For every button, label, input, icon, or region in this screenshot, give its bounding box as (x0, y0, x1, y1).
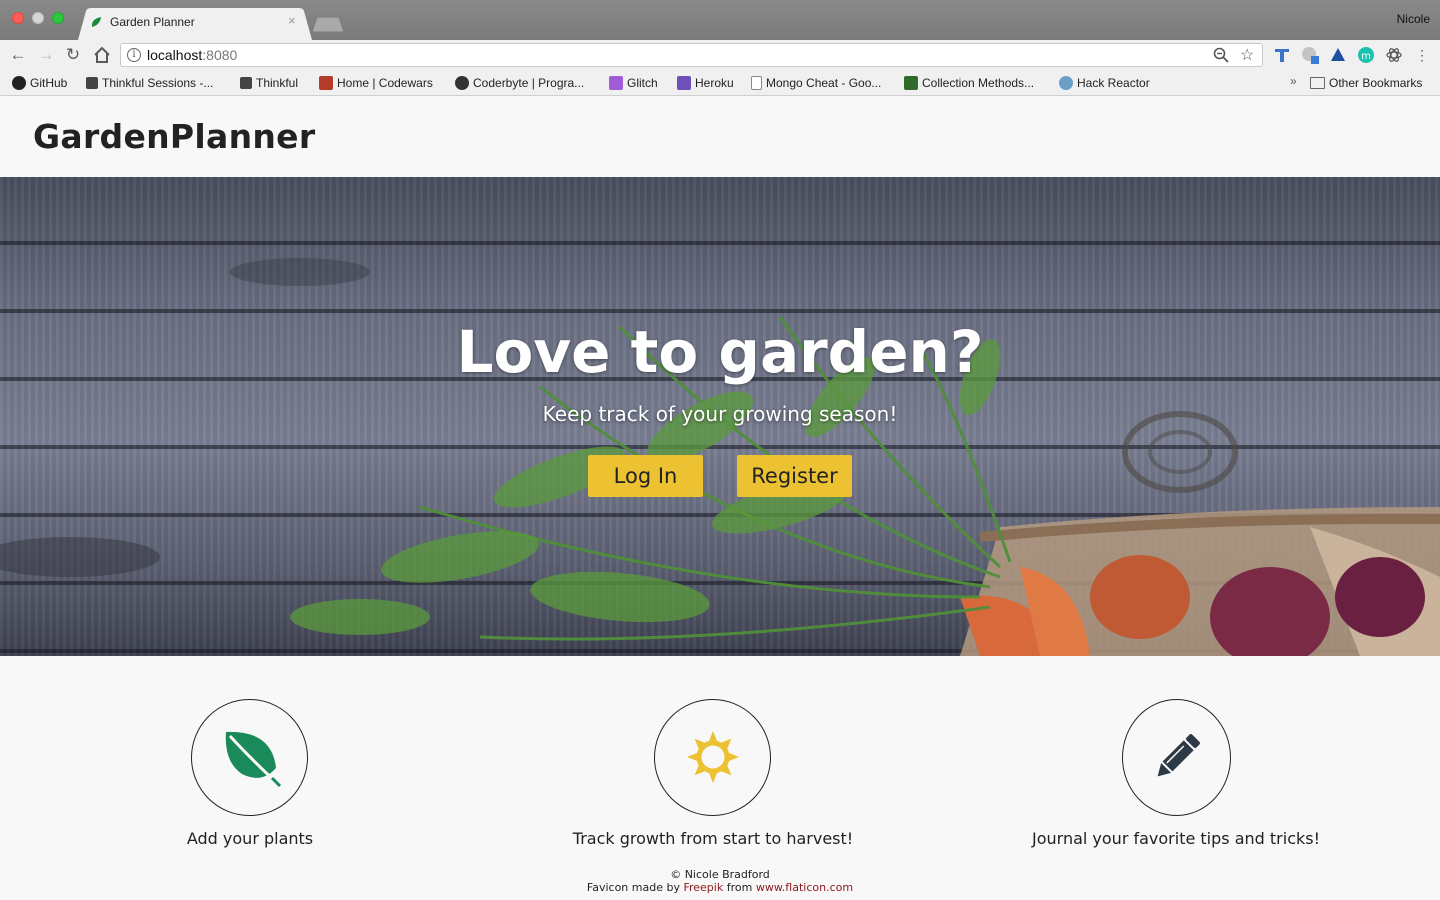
hero-subtitle: Keep track of your growing season! (542, 402, 898, 426)
site-brand[interactable]: GardenPlanner (33, 117, 315, 156)
bookmark-star-icon[interactable]: ☆ (1240, 45, 1254, 65)
bookmark-label: Mongo Cheat - Goo... (766, 76, 882, 90)
new-tab-button[interactable] (312, 16, 344, 32)
feature-journal-label: Journal your favorite tips and tricks! (1032, 829, 1320, 848)
bookmark-label: Thinkful Sessions -... (102, 76, 214, 90)
pencil-icon (1157, 734, 1200, 777)
tab-title: Garden Planner (110, 15, 195, 29)
hackreactor-icon (1059, 76, 1073, 90)
heroku-icon (677, 76, 691, 90)
url-text[interactable]: localhost:8080 (147, 47, 237, 63)
bookmark-thinkful-sessions[interactable]: Thinkful Sessions -... (86, 75, 213, 91)
register-button[interactable]: Register (737, 455, 852, 497)
window-minimize-button[interactable] (32, 12, 44, 24)
bookmark-glitch[interactable]: Glitch (609, 75, 658, 91)
extension-m-icon[interactable]: m (1357, 46, 1375, 64)
window-close-button[interactable] (12, 12, 24, 24)
thinkful-icon (240, 77, 252, 89)
other-bookmarks[interactable]: Other Bookmarks (1310, 75, 1422, 91)
codewars-icon (319, 76, 333, 90)
profile-name[interactable]: Nicole (1397, 12, 1430, 26)
forward-arrow-icon[interactable]: → (36, 44, 56, 66)
freepik-link[interactable]: Freepik (683, 881, 723, 894)
footer-copyright: © Nicole Bradford (670, 868, 770, 881)
leaf-icon (225, 731, 282, 788)
feature-add-plants-circle (191, 699, 308, 816)
bookmark-codewars[interactable]: Home | Codewars (319, 75, 433, 91)
bookmark-hack-reactor[interactable]: Hack Reactor (1059, 75, 1150, 91)
footer-credit: Favicon made by Freepik from www.flatico… (0, 881, 1440, 894)
reload-icon[interactable]: ↻ (63, 44, 83, 66)
feature-track-growth-label: Track growth from start to harvest! (572, 829, 854, 848)
bookmark-label: GitHub (30, 76, 68, 90)
flaticon-link[interactable]: www.flaticon.com (756, 881, 853, 894)
feature-journal-circle (1122, 699, 1231, 816)
bookmark-collection-methods[interactable]: Collection Methods... (904, 75, 1034, 91)
glitch-icon (609, 76, 623, 90)
feature-track-growth-circle (654, 699, 771, 816)
address-bar[interactable] (120, 43, 1263, 67)
feature-add-plants-label: Add your plants (186, 829, 314, 848)
bookmark-label: Home | Codewars (337, 76, 433, 90)
extension-react-icon[interactable] (1385, 46, 1403, 64)
thinkful-icon (86, 77, 98, 89)
bookmark-label: Glitch (627, 76, 658, 90)
folder-icon (1310, 77, 1325, 89)
footer-credit-text: Favicon made by (586, 881, 684, 894)
extension-grey-icon[interactable] (1301, 46, 1319, 64)
hero-title: Love to garden? (456, 318, 984, 386)
bookmark-label: Collection Methods... (922, 76, 1035, 90)
back-arrow-icon[interactable]: ← (8, 44, 28, 66)
info-icon[interactable]: i (127, 48, 141, 62)
window-maximize-button[interactable] (52, 12, 64, 24)
mongodb-icon (904, 76, 918, 90)
bookmark-mongo-cheat[interactable]: Mongo Cheat - Goo... (751, 75, 881, 91)
login-button[interactable]: Log In (588, 455, 703, 497)
bookmark-github[interactable]: GitHub (12, 75, 67, 91)
leaf-icon (91, 17, 101, 27)
bookmark-label: Thinkful (256, 76, 299, 90)
bookmark-label: Coderbyte | Progra... (473, 76, 585, 90)
bookmarks-overflow-button[interactable]: » (1290, 74, 1297, 88)
sun-icon (687, 731, 739, 783)
site-footer: © Nicole Bradford Favicon made by Freepi… (0, 868, 1440, 894)
home-icon[interactable] (93, 46, 111, 64)
footer-credit-text: from (723, 881, 756, 894)
zoom-icon[interactable] (1213, 47, 1229, 63)
menu-dots-icon[interactable]: ⋮ (1412, 44, 1432, 66)
github-icon (12, 76, 26, 90)
bookmark-coderbyte[interactable]: Coderbyte | Progra... (455, 75, 584, 91)
svg-text:m: m (1361, 51, 1371, 62)
other-bookmarks-label: Other Bookmarks (1329, 76, 1423, 90)
coderbyte-icon (455, 76, 469, 90)
tab-close-button[interactable]: × (288, 13, 296, 28)
bookmark-label: Hack Reactor (1077, 76, 1150, 90)
bookmark-label: Heroku (695, 76, 734, 90)
doc-icon (751, 76, 762, 90)
bookmark-heroku[interactable]: Heroku (677, 75, 734, 91)
bookmark-thinkful[interactable]: Thinkful (240, 75, 298, 91)
extension-triangle-icon[interactable] (1329, 46, 1347, 64)
extension-thinkful-icon[interactable] (1273, 46, 1291, 64)
